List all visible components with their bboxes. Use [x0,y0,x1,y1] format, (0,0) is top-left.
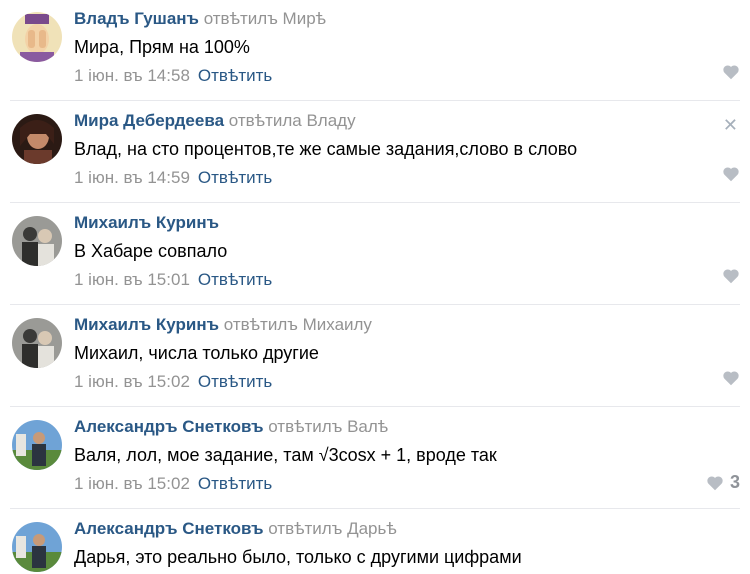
reply-to-label[interactable]: отвѣтила Владу [229,111,356,130]
close-icon[interactable]: ✕ [723,116,738,134]
avatar[interactable] [12,114,62,164]
comment-item: Михаилъ Куринъ отвѣтилъ Михаилу Михаил, … [0,306,750,408]
reply-button[interactable]: Отвѣтить [198,168,272,187]
author-name[interactable]: Михаилъ Куринъ [74,213,219,232]
comment-header: Михаилъ Куринъ [74,213,219,233]
heart-icon [723,269,739,284]
comment-text: Влад, на сто процентов,те же самые задан… [74,139,578,159]
comment-text: Валя, лол, мое задание, там √3cosx + 1, … [74,445,497,465]
author-name[interactable]: Мира Дебердеева [74,111,224,130]
comment-item: Александръ Снетковъ отвѣтилъ Валѣ Валя, … [0,408,750,510]
reply-button[interactable]: Отвѣтить [198,474,272,493]
comment-meta: 1 іюн. въ 14:59 Отвѣтить [74,168,272,188]
comment-item: Владъ Гушанъ отвѣтилъ Мирѣ Мира, Прям на… [0,0,750,102]
reply-button[interactable]: Отвѣтить [198,66,272,85]
like-button[interactable] [722,64,740,80]
comment-meta: 1 іюн. въ 15:02 Отвѣтить [74,474,272,494]
avatar[interactable] [12,216,62,266]
like-button[interactable]: 3 [706,472,740,493]
reply-to-label[interactable]: отвѣтилъ Валѣ [268,417,388,436]
group-photo-avatar-icon [12,318,62,368]
heart-icon [723,65,739,80]
comments-feed: Владъ Гушанъ отвѣтилъ Мирѣ Мира, Прям на… [0,0,750,574]
comment-text: В Хабаре совпало [74,241,228,261]
comment-date[interactable]: 1 іюн. въ 15:02 [74,372,190,391]
reply-to-label[interactable]: отвѣтилъ Михаилу [224,315,372,334]
reply-button[interactable]: Отвѣтить [198,372,272,391]
comment-header: Владъ Гушанъ отвѣтилъ Мирѣ [74,9,326,29]
author-name[interactable]: Владъ Гушанъ [74,9,199,28]
reply-to-label[interactable]: отвѣтилъ Дарьѣ [268,519,397,538]
divider [10,508,740,509]
avatar[interactable] [12,318,62,368]
comment-text: Дарья, это реально было, только с другим… [74,547,522,567]
comment-meta: 1 іюн. въ 15:01 Отвѣтить [74,270,272,290]
comment-meta: 1 іюн. въ 15:02 Отвѣтить [74,372,272,392]
comment-header: Александръ Снетковъ отвѣтилъ Дарьѣ [74,519,397,539]
portrait-avatar-icon [12,114,62,164]
heart-icon [707,475,723,490]
group-photo-avatar-icon [12,216,62,266]
author-name[interactable]: Александръ Снетковъ [74,417,263,436]
author-name[interactable]: Михаилъ Куринъ [74,315,219,334]
like-button[interactable] [722,166,740,182]
face-palm-avatar-icon [12,12,62,62]
avatar[interactable] [12,12,62,62]
heart-icon [723,167,739,182]
divider [10,304,740,305]
like-count: 3 [729,472,740,492]
comment-header: Александръ Снетковъ отвѣтилъ Валѣ [74,417,388,437]
avatar[interactable] [12,522,62,572]
comment-header: Михаилъ Куринъ отвѣтилъ Михаилу [74,315,372,335]
comment-text: Михаил, числа только другие [74,343,319,363]
divider [10,100,740,101]
comment-header: Мира Дебердеева отвѣтила Владу [74,111,356,131]
avatar[interactable] [12,420,62,470]
comment-date[interactable]: 1 іюн. въ 14:58 [74,66,190,85]
comment-date[interactable]: 1 іюн. въ 15:01 [74,270,190,289]
heart-icon [723,371,739,386]
comment-item: Михаилъ Куринъ В Хабаре совпало 1 іюн. в… [0,204,750,306]
divider [10,406,740,407]
like-button[interactable] [722,370,740,386]
reply-to-label[interactable]: отвѣтилъ Мирѣ [204,9,326,28]
divider [10,202,740,203]
comment-meta: 1 іюн. въ 14:58 Отвѣтить [74,66,272,86]
comment-text: Мира, Прям на 100% [74,37,250,57]
reply-button[interactable]: Отвѣтить [198,270,272,289]
comment-date[interactable]: 1 іюн. въ 15:02 [74,474,190,493]
outdoor-photo-avatar-icon [12,522,62,572]
comment-item: Александръ Снетковъ отвѣтилъ Дарьѣ Дарья… [0,510,750,574]
comment-date[interactable]: 1 іюн. въ 14:59 [74,168,190,187]
comment-item: Мира Дебердеева отвѣтила Владу Влад, на … [0,102,750,204]
like-button[interactable] [722,268,740,284]
outdoor-photo-avatar-icon [12,420,62,470]
author-name[interactable]: Александръ Снетковъ [74,519,263,538]
